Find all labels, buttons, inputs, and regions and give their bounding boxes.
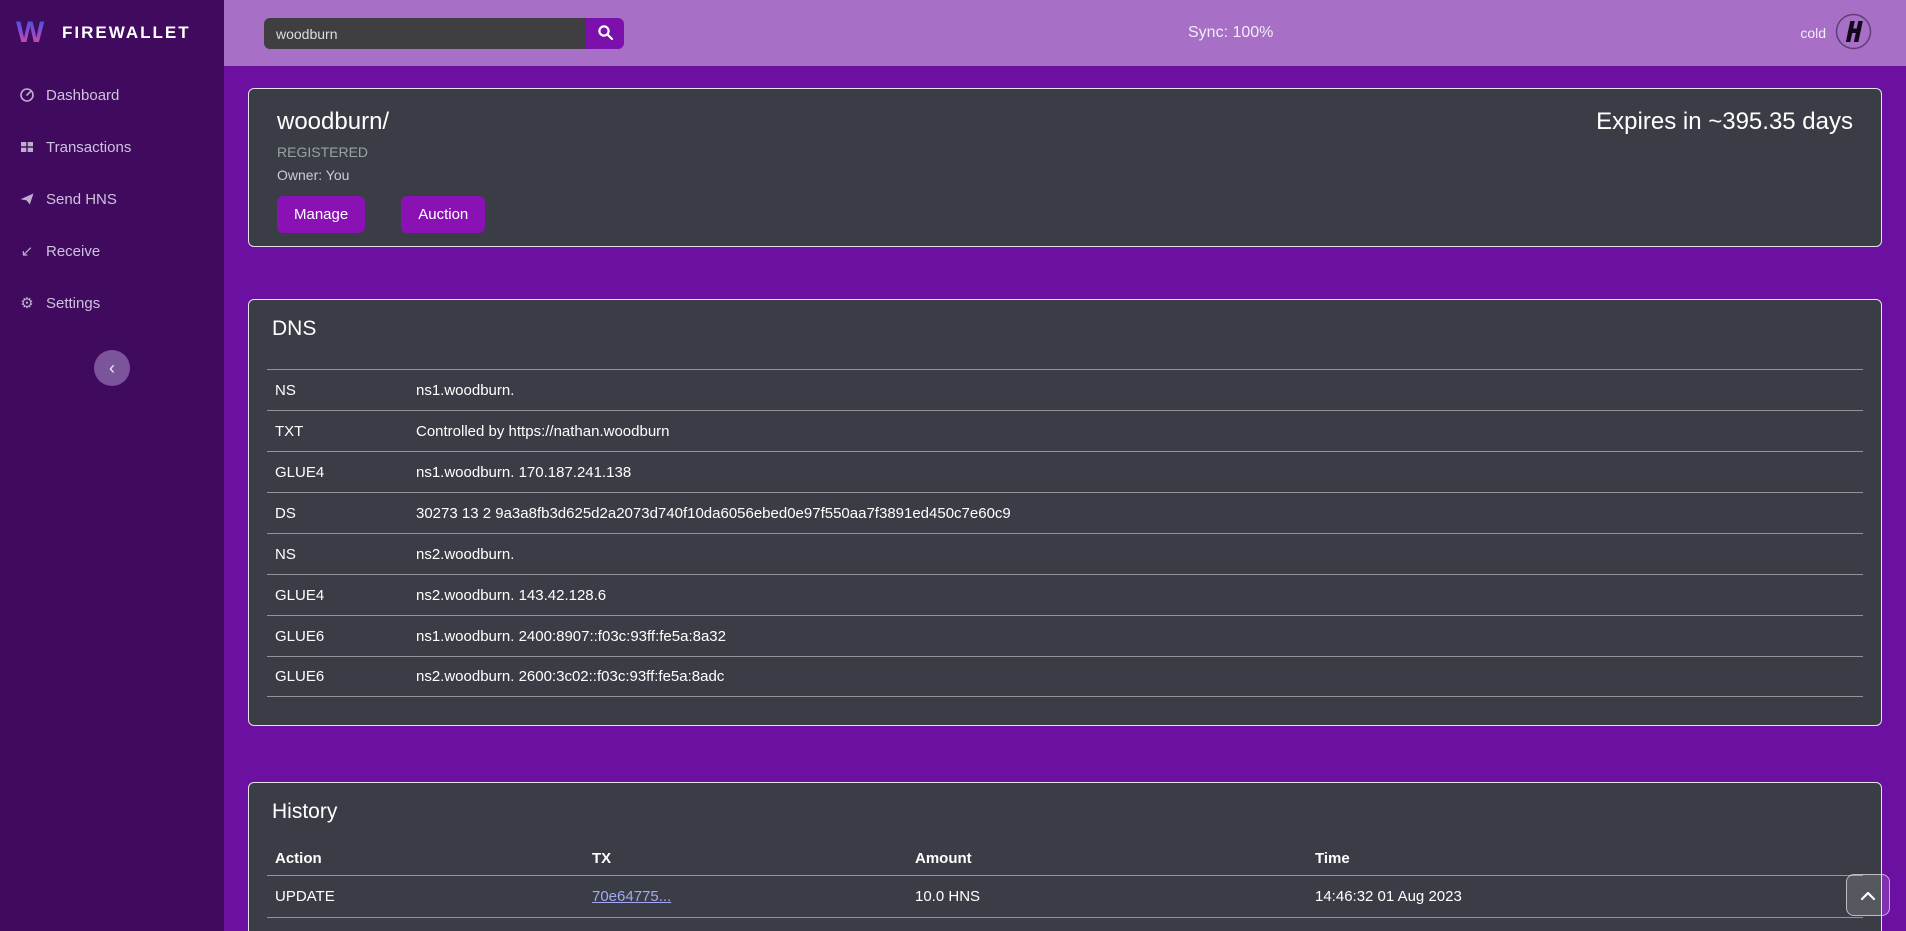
column-header-tx: TX xyxy=(584,850,907,867)
auction-button[interactable]: Auction xyxy=(401,196,485,233)
domain-owner: Owner: You xyxy=(277,167,485,183)
dns-record-row: NS ns1.woodburn. xyxy=(267,369,1863,410)
domain-card: woodburn/ REGISTERED Owner: You Manage A… xyxy=(248,88,1882,247)
dns-record-row: DS 30273 13 2 9a3a8fb3d625d2a2073d740f10… xyxy=(267,492,1863,533)
history-row: RENEW d7b4e1... 10.0 HNS 15:47:06 27 Jul… xyxy=(267,917,1863,931)
search-button[interactable] xyxy=(586,18,624,49)
main-content: woodburn/ REGISTERED Owner: You Manage A… xyxy=(224,66,1906,931)
column-header-amount: Amount xyxy=(907,850,1307,867)
dns-record-type: GLUE4 xyxy=(267,464,416,481)
sidebar-item-send-hns[interactable]: Send HNS xyxy=(0,173,224,225)
sync-status: Sync: 100% xyxy=(1188,0,1273,66)
sidebar-item-transactions[interactable]: Transactions xyxy=(0,121,224,173)
domain-title: woodburn/ xyxy=(277,107,485,137)
dns-record-type: TXT xyxy=(267,423,416,440)
sidebar-nav: Dashboard Transactions Send HNS ↙ Receiv… xyxy=(0,69,224,329)
dns-title: DNS xyxy=(272,316,1863,342)
domain-expiry: Expires in ~395.35 days xyxy=(1596,107,1853,228)
tx-link[interactable]: 70e64775... xyxy=(592,888,671,905)
history-header-row: Action TX Amount Time xyxy=(267,841,1863,875)
dns-record-value: 30273 13 2 9a3a8fb3d625d2a2073d740f10da6… xyxy=(416,505,1863,522)
content-column: Sync: 100% cold xyxy=(224,0,1906,931)
sidebar: W FIREWALLET Dashboard Transactions xyxy=(0,0,224,931)
dns-record-value: ns1.woodburn. 2400:8907::f03c:93ff:fe5a:… xyxy=(416,628,1863,645)
header: Sync: 100% cold xyxy=(224,0,1906,66)
nav-label: Dashboard xyxy=(46,87,119,104)
history-amount: 10.0 HNS xyxy=(907,888,1307,905)
dns-record-type: DS xyxy=(267,505,416,522)
brand-name: FIREWALLET xyxy=(62,23,191,43)
manage-button[interactable]: Manage xyxy=(277,196,365,233)
wallet-name: cold xyxy=(1800,25,1826,41)
dns-record-type: NS xyxy=(267,382,416,399)
svg-text:W: W xyxy=(16,16,45,47)
history-card: History Action TX Amount Time UPDATE 70e… xyxy=(248,782,1882,931)
sidebar-item-settings[interactable]: ⚙ Settings xyxy=(0,277,224,329)
domain-info: woodburn/ REGISTERED Owner: You Manage A… xyxy=(277,107,485,228)
column-header-action: Action xyxy=(267,850,584,867)
sidebar-collapse-button[interactable]: ‹ xyxy=(94,350,130,386)
dns-record-row: NS ns2.woodburn. xyxy=(267,533,1863,574)
dns-record-row: TXT Controlled by https://nathan.woodbur… xyxy=(267,410,1863,451)
dns-record-type: GLUE6 xyxy=(267,628,416,645)
chevron-left-icon: ‹ xyxy=(109,358,115,379)
nav-label: Receive xyxy=(46,243,100,260)
firewallet-logo-icon: W xyxy=(16,15,52,52)
search-input[interactable] xyxy=(264,18,586,49)
dns-record-row: GLUE4 ns1.woodburn. 170.187.241.138 xyxy=(267,451,1863,492)
dns-record-value: ns1.woodburn. xyxy=(416,382,1863,399)
sidebar-item-dashboard[interactable]: Dashboard xyxy=(0,69,224,121)
domain-status-badge: REGISTERED xyxy=(277,144,485,160)
handshake-logo-icon xyxy=(1835,13,1872,53)
dns-card: DNS NS ns1.woodburn. TXT Controlled by h… xyxy=(248,299,1882,726)
transactions-icon xyxy=(18,139,36,155)
dns-record-type: GLUE6 xyxy=(267,668,416,685)
dns-record-row: GLUE4 ns2.woodburn. 143.42.128.6 xyxy=(267,574,1863,615)
dns-record-type: NS xyxy=(267,546,416,563)
sidebar-item-receive[interactable]: ↙ Receive xyxy=(0,225,224,277)
dns-record-value: Controlled by https://nathan.woodburn xyxy=(416,423,1863,440)
settings-icon: ⚙ xyxy=(18,294,36,312)
dashboard-icon xyxy=(18,87,36,103)
nav-label: Settings xyxy=(46,295,100,312)
dns-record-type: GLUE4 xyxy=(267,587,416,604)
history-time: 14:46:32 01 Aug 2023 xyxy=(1307,888,1863,905)
receive-icon: ↙ xyxy=(18,242,36,260)
nav-label: Transactions xyxy=(46,139,131,156)
history-action: UPDATE xyxy=(267,888,584,905)
dns-record-value: ns1.woodburn. 170.187.241.138 xyxy=(416,464,1863,481)
history-row: UPDATE 70e64775... 10.0 HNS 14:46:32 01 … xyxy=(267,875,1863,917)
dns-record-value: ns2.woodburn. 143.42.128.6 xyxy=(416,587,1863,604)
search-icon xyxy=(597,24,614,44)
nav-label: Send HNS xyxy=(46,191,117,208)
dns-record-value: ns2.woodburn. 2600:3c02::f03c:93ff:fe5a:… xyxy=(416,668,1863,685)
brand[interactable]: W FIREWALLET xyxy=(0,0,224,66)
dns-record-row: GLUE6 ns1.woodburn. 2400:8907::f03c:93ff… xyxy=(267,615,1863,656)
dns-record-row: GLUE6 ns2.woodburn. 2600:3c02::f03c:93ff… xyxy=(267,656,1863,697)
history-table: Action TX Amount Time UPDATE 70e64775...… xyxy=(267,841,1863,931)
dns-record-value: ns2.woodburn. xyxy=(416,546,1863,563)
send-icon xyxy=(18,191,36,207)
search-bar xyxy=(264,18,624,49)
wallet-indicator[interactable]: cold xyxy=(1800,0,1872,66)
chevron-up-icon xyxy=(1861,888,1875,903)
scroll-top-button[interactable] xyxy=(1846,874,1890,916)
domain-actions: Manage Auction xyxy=(277,196,485,233)
dns-table: NS ns1.woodburn. TXT Controlled by https… xyxy=(267,369,1863,697)
history-title: History xyxy=(272,799,1863,825)
app-root: W FIREWALLET Dashboard Transactions xyxy=(0,0,1906,931)
column-header-time: Time xyxy=(1307,850,1863,867)
